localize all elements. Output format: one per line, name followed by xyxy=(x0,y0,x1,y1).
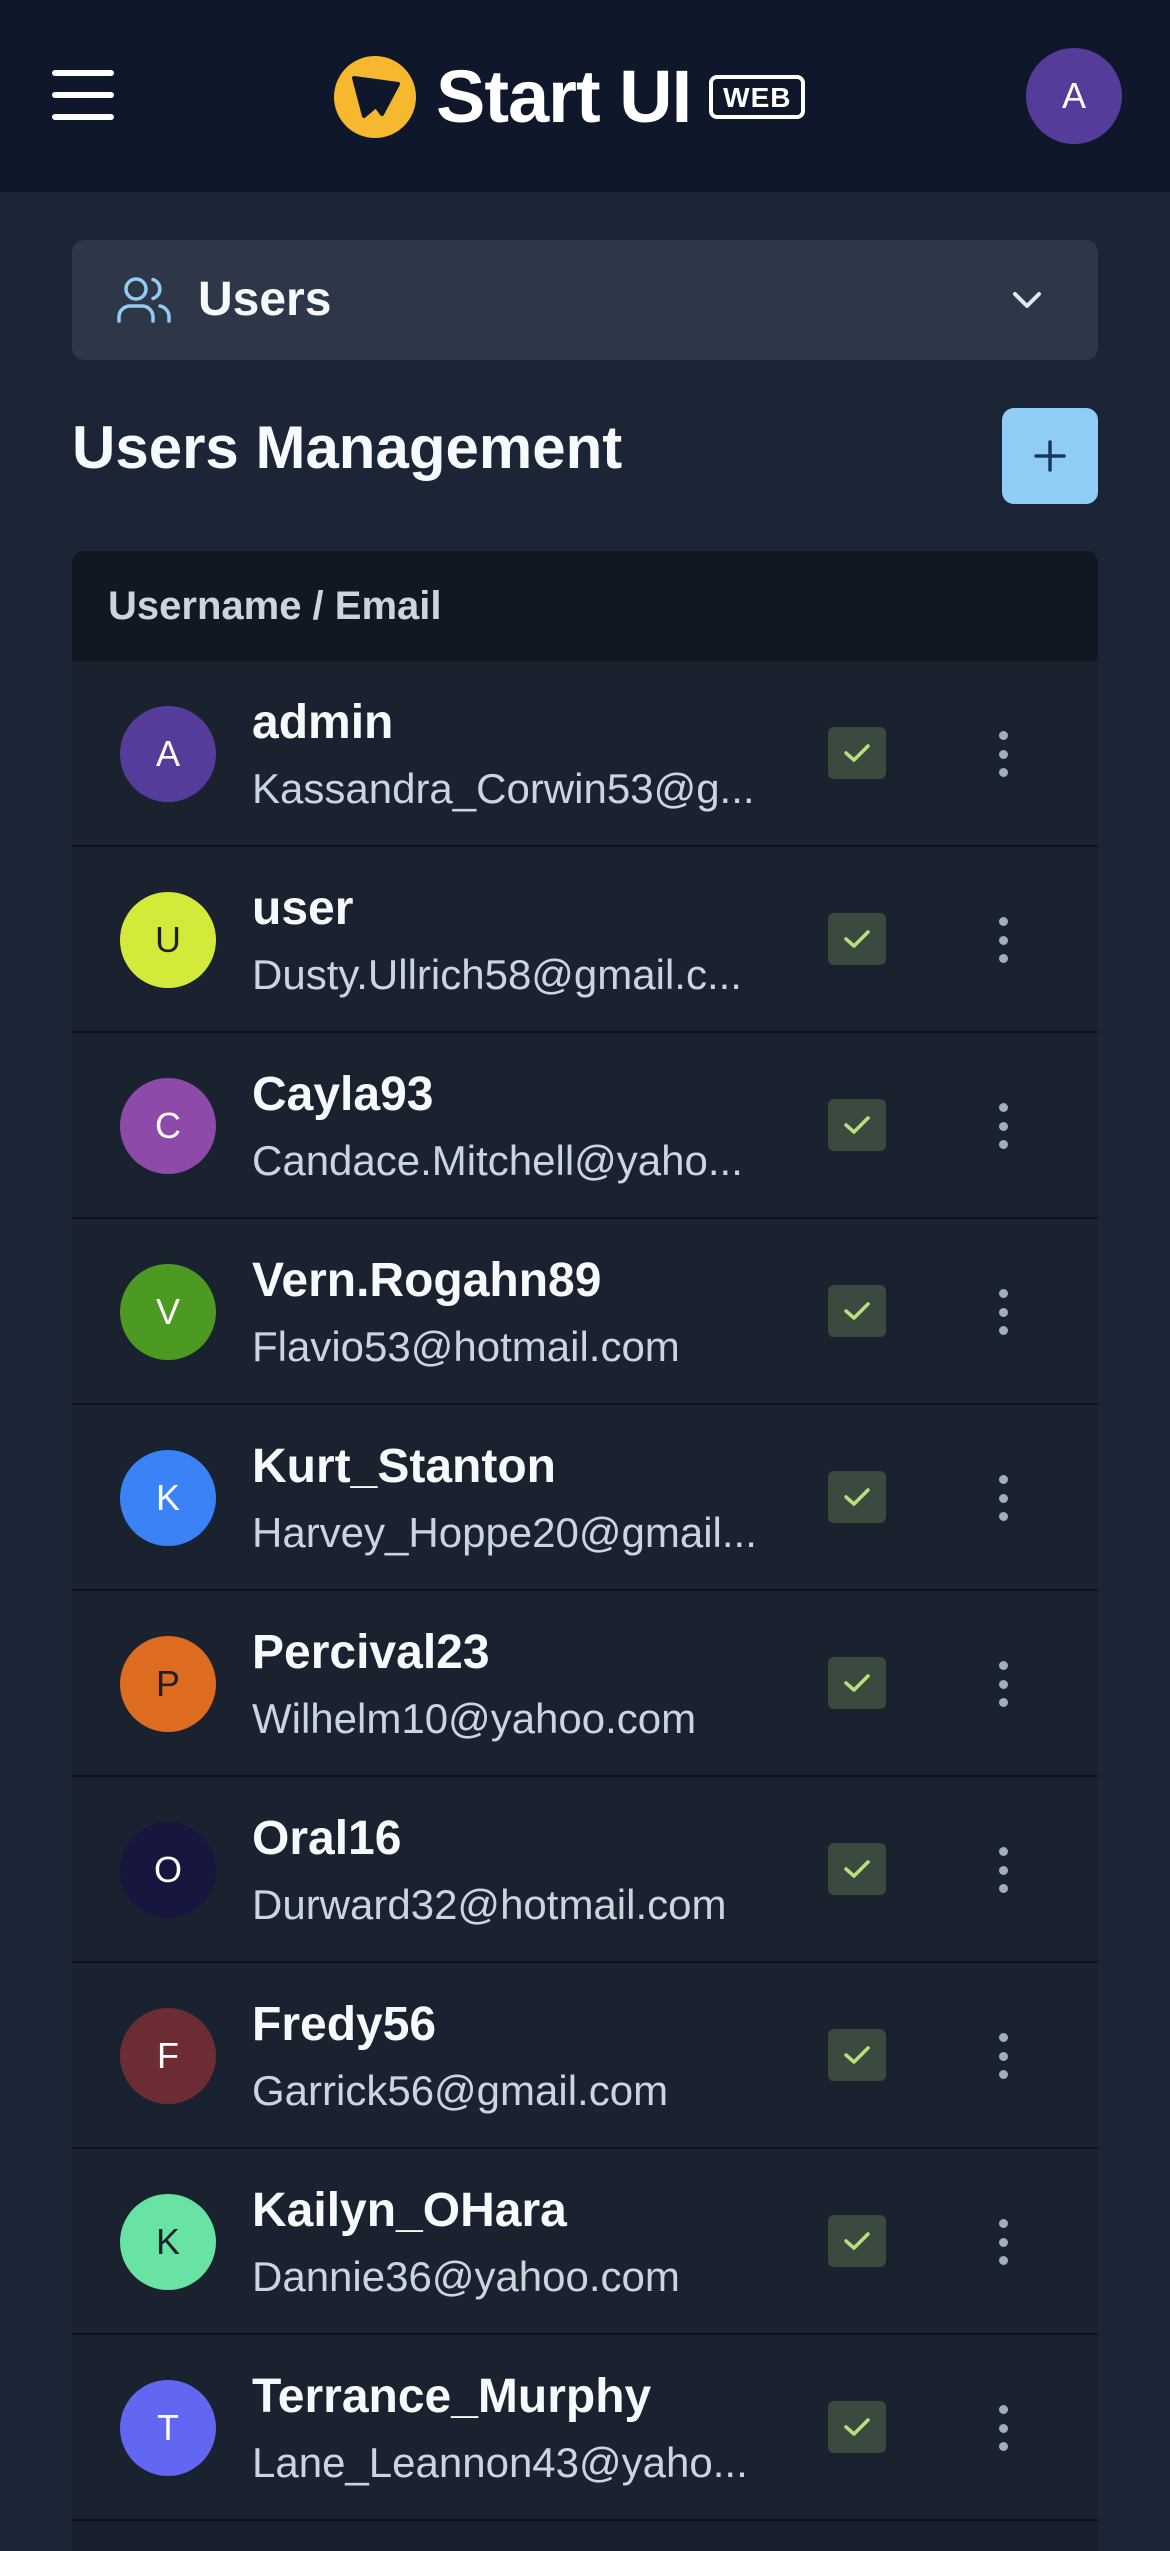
user-avatar: F xyxy=(120,2008,216,2104)
table-row[interactable]: K Kurt_Stanton Harvey_Hoppe20@gmail... xyxy=(72,1405,1098,1591)
row-actions-menu-icon[interactable] xyxy=(988,2405,1018,2451)
activated-checkbox[interactable] xyxy=(828,2401,886,2453)
username: user xyxy=(252,882,354,935)
user-avatar: C xyxy=(120,1078,216,1174)
username: Oral16 xyxy=(252,1812,402,1865)
table-row[interactable]: O Oral16 Durward32@hotmail.com xyxy=(72,1777,1098,1963)
user-avatar: P xyxy=(120,1636,216,1732)
username: Vern.Rogahn89 xyxy=(252,1254,602,1307)
users-table: Username / Email A admin Kassandra_Corwi… xyxy=(72,551,1098,2551)
user-email: Wilhelm10@yahoo.com xyxy=(252,1695,697,1742)
check-icon xyxy=(844,744,870,762)
username: Kurt_Stanton xyxy=(252,1440,556,1493)
username: Terrance_Murphy xyxy=(252,2370,652,2423)
top-navigation-bar: Start UI WEB A xyxy=(0,0,1170,192)
section-selector-dropdown[interactable]: Users xyxy=(72,240,1098,360)
user-email: Candace.Mitchell@yaho... xyxy=(252,1137,743,1184)
check-icon xyxy=(844,1488,870,1506)
row-actions-menu-icon[interactable] xyxy=(988,1661,1018,1707)
row-actions-menu-icon[interactable] xyxy=(988,2219,1018,2265)
table-row[interactable]: C Cayla93 Candace.Mitchell@yaho... xyxy=(72,1033,1098,1219)
username: admin xyxy=(252,696,394,749)
username: Kailyn_OHara xyxy=(252,2184,567,2237)
activated-checkbox[interactable] xyxy=(828,1471,886,1523)
table-row[interactable]: A admin Kassandra_Corwin53@g... xyxy=(72,661,1098,847)
activated-checkbox[interactable] xyxy=(828,1843,886,1895)
row-actions-menu-icon[interactable] xyxy=(988,2033,1018,2079)
check-icon xyxy=(844,2232,870,2250)
user-email: Dannie36@yahoo.com xyxy=(252,2253,680,2300)
user-email: Lane_Leannon43@yaho... xyxy=(252,2439,748,2486)
table-row[interactable]: T Terrance_Murphy Lane_Leannon43@yaho... xyxy=(72,2335,1098,2521)
app-logo[interactable]: Start UI WEB xyxy=(332,52,806,142)
section-selector-label: Users xyxy=(198,273,332,326)
check-icon xyxy=(844,1116,870,1134)
activated-checkbox[interactable] xyxy=(828,913,886,965)
add-user-button[interactable] xyxy=(1002,408,1098,504)
username: Fredy56 xyxy=(252,1998,437,2051)
hamburger-menu-icon[interactable] xyxy=(52,70,114,120)
table-row[interactable]: K Kailyn_OHara Dannie36@yahoo.com xyxy=(72,2149,1098,2335)
row-actions-menu-icon[interactable] xyxy=(988,731,1018,777)
user-email: Durward32@hotmail.com xyxy=(252,1881,727,1928)
row-actions-menu-icon[interactable] xyxy=(988,1475,1018,1521)
logo-mark-icon xyxy=(334,56,416,138)
user-avatar: K xyxy=(120,2194,216,2290)
activated-checkbox[interactable] xyxy=(828,727,886,779)
user-avatar: V xyxy=(120,1264,216,1360)
chevron-down-icon xyxy=(1013,292,1041,308)
app-name: Start UI xyxy=(436,55,692,138)
table-row[interactable]: U user Dusty.Ullrich58@gmail.c... xyxy=(72,847,1098,1033)
plus-icon xyxy=(1034,440,1066,472)
check-icon xyxy=(844,2418,870,2436)
row-actions-menu-icon[interactable] xyxy=(988,1289,1018,1335)
table-row[interactable]: F Fredy56 Garrick56@gmail.com xyxy=(72,1963,1098,2149)
check-icon xyxy=(844,2046,870,2064)
activated-checkbox[interactable] xyxy=(828,1099,886,1151)
user-email: Harvey_Hoppe20@gmail... xyxy=(252,1509,757,1556)
username: Percival23 xyxy=(252,1626,490,1679)
check-icon xyxy=(844,1860,870,1878)
activated-checkbox[interactable] xyxy=(828,2215,886,2267)
activated-checkbox[interactable] xyxy=(828,2029,886,2081)
row-actions-menu-icon[interactable] xyxy=(988,1103,1018,1149)
check-icon xyxy=(844,1674,870,1692)
row-actions-menu-icon[interactable] xyxy=(988,1847,1018,1893)
row-actions-menu-icon[interactable] xyxy=(988,917,1018,963)
activated-checkbox[interactable] xyxy=(828,1657,886,1709)
user-email: Garrick56@gmail.com xyxy=(252,2067,669,2114)
check-icon xyxy=(844,930,870,948)
table-row[interactable]: P Percival23 Wilhelm10@yahoo.com xyxy=(72,1591,1098,1777)
user-avatar: T xyxy=(120,2380,216,2476)
platform-badge: WEB xyxy=(709,75,806,119)
username: Cayla93 xyxy=(252,1068,434,1121)
check-icon xyxy=(844,1302,870,1320)
activated-checkbox[interactable] xyxy=(828,1285,886,1337)
users-icon xyxy=(117,277,171,323)
user-avatar: A xyxy=(120,706,216,802)
column-header-username-email: Username / Email xyxy=(72,551,1098,661)
user-avatar: U xyxy=(120,892,216,988)
user-email: Flavio53@hotmail.com xyxy=(252,1323,680,1370)
user-avatar: O xyxy=(120,1822,216,1918)
table-row[interactable]: V Vern.Rogahn89 Flavio53@hotmail.com xyxy=(72,1219,1098,1405)
user-email: Kassandra_Corwin53@g... xyxy=(252,765,755,812)
user-email: Dusty.Ullrich58@gmail.c... xyxy=(252,951,742,998)
user-avatar: K xyxy=(120,1450,216,1546)
user-account-avatar[interactable]: A xyxy=(1026,48,1122,144)
users-table-body: A admin Kassandra_Corwin53@g... U user D… xyxy=(72,661,1098,2521)
page-title: Users Management xyxy=(72,414,623,481)
